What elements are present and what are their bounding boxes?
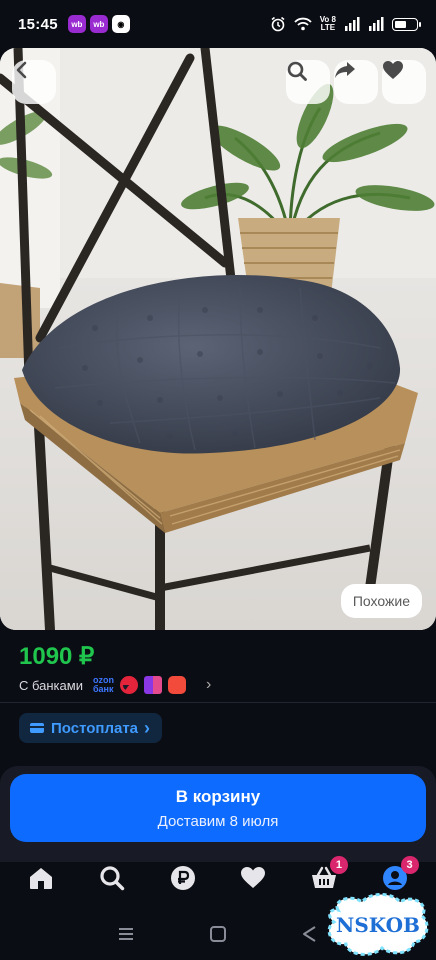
status-indicators: Vo 8 LTE <box>270 16 421 32</box>
profile-notification-badge: 3 <box>400 856 419 874</box>
postpay-label: Постоплата <box>51 719 139 737</box>
home-nav-icon[interactable] <box>209 925 227 943</box>
home-icon <box>30 868 53 889</box>
heart-icon <box>241 867 266 888</box>
recent-apps-icon[interactable] <box>117 926 135 942</box>
ozon-bank-logo-line2: банк <box>92 684 114 694</box>
similar-products-button[interactable]: Похожие <box>340 584 422 618</box>
search-button[interactable] <box>286 60 330 104</box>
share-arrow-icon <box>335 62 355 78</box>
search-icon <box>100 866 125 891</box>
product-screen: 15:45 wb wb ◉ Vo 8 LTE Похожие 1090 ₽ С … <box>0 0 436 960</box>
signal-icon <box>369 17 384 31</box>
tab-finance[interactable] <box>157 852 209 904</box>
battery-level <box>395 20 406 28</box>
bank-orange-icon <box>167 676 186 694</box>
wifi-icon <box>294 17 312 31</box>
product-price: 1090 ₽ <box>19 643 95 670</box>
add-to-cart-label: В корзину <box>175 786 261 806</box>
bank-offers-label: С банками <box>19 677 83 693</box>
signal-icon <box>345 17 360 31</box>
delivery-date-label: Доставим 8 июля <box>157 812 279 830</box>
watermark-text: NSKOB <box>336 913 420 937</box>
chevron-right-icon: › <box>205 676 212 693</box>
wildberries-app-icon: wb <box>89 15 108 33</box>
share-button[interactable] <box>334 60 378 104</box>
cushion-chair-image <box>0 48 436 630</box>
bank-purple-icon <box>143 676 162 694</box>
chevron-left-icon <box>16 61 27 79</box>
tab-home[interactable] <box>15 852 67 904</box>
status-time: 15:45 <box>18 15 58 33</box>
ruble-icon <box>170 866 195 890</box>
alarm-icon <box>271 16 285 32</box>
status-bar: 15:45 wb wb ◉ Vo 8 LTE <box>0 0 436 48</box>
postpay-button[interactable]: Постоплата › <box>19 713 163 743</box>
heart-icon <box>383 61 403 79</box>
wallet-icon <box>30 723 44 733</box>
cart-count-badge: 1 <box>329 856 348 874</box>
search-icon <box>287 61 307 81</box>
nskob-watermark: NSKOB <box>327 893 429 956</box>
tab-search[interactable] <box>86 852 138 904</box>
add-to-cart-button[interactable]: В корзину Доставим 8 июля <box>10 774 426 842</box>
network-lte-label: LTE <box>320 23 336 32</box>
notification-app-icon: ◉ <box>111 15 130 33</box>
bank-red-icon <box>119 676 138 694</box>
battery-icon <box>392 17 421 31</box>
divider <box>0 702 436 703</box>
back-nav-icon[interactable] <box>301 925 319 943</box>
favorite-button[interactable] <box>382 60 426 104</box>
network-type: Vo 8 LTE <box>320 16 336 32</box>
tab-favorites[interactable] <box>227 852 279 904</box>
product-photo[interactable]: Похожие <box>0 48 436 630</box>
ozon-bank-logo: ozon банк <box>93 676 114 694</box>
wildberries-app-icon: wb <box>67 15 86 33</box>
back-button[interactable] <box>12 60 56 104</box>
bank-offers-row[interactable]: С банками ozon банк › <box>19 674 211 696</box>
chevron-right-icon: › <box>144 717 151 738</box>
